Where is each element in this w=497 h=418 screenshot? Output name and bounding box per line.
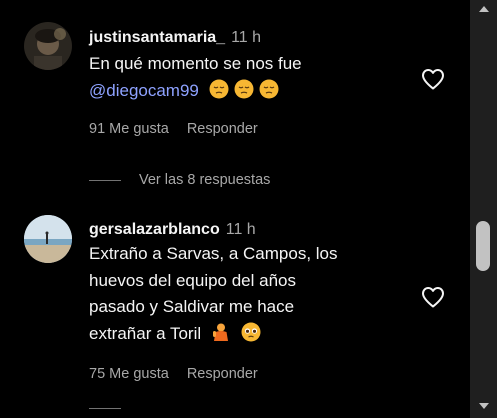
scroll-down-arrow-icon[interactable] xyxy=(479,403,489,409)
person-gesturing-emoji-icon xyxy=(212,323,228,341)
comment-header: gersalazarblanco 11 h xyxy=(89,221,256,239)
comment-text: Extraño a Sarvas, a Campos, los huevos d… xyxy=(89,241,338,347)
likes-count[interactable]: 91 Me gusta xyxy=(89,121,169,137)
next-replies-partial xyxy=(89,408,139,409)
pensive-face-emoji-icon xyxy=(209,79,229,98)
comment-item: gersalazarblanco 11 h Extraño a Sarvas, a… xyxy=(0,200,470,400)
comment-text: En qué momento se nos fue @diegocam99 xyxy=(89,51,302,104)
comment-actions: 91 Me gusta Responder xyxy=(89,121,276,137)
comments-panel: justinsantamaria_ 11 h En qué momento se … xyxy=(0,0,497,418)
divider-line xyxy=(89,408,121,409)
comment-header: justinsantamaria_ 11 h xyxy=(89,29,261,47)
avatar[interactable] xyxy=(24,215,72,263)
pleading-face-emoji-icon xyxy=(241,322,261,341)
reply-button[interactable]: Responder xyxy=(187,366,258,382)
mention-link[interactable]: @diegocam99 xyxy=(89,81,199,100)
comment-line: En qué momento se nos fue xyxy=(89,54,302,73)
comment-line: huevos del equipo del años xyxy=(89,270,296,290)
scroll-up-arrow-icon[interactable] xyxy=(479,6,489,12)
pensive-face-emoji-icon xyxy=(259,79,279,98)
comment-line-text: extrañar a Toril xyxy=(89,323,202,343)
comment-item: justinsantamaria_ 11 h En qué momento se … xyxy=(0,0,470,160)
scrollbar[interactable] xyxy=(470,0,497,418)
divider-line xyxy=(89,179,121,181)
comment-line: @diegocam99 xyxy=(89,78,302,105)
comment-line: pasado y Saldivar me hace xyxy=(89,297,295,316)
scrollbar-thumb[interactable] xyxy=(476,221,490,271)
pensive-face-emoji-icon xyxy=(234,79,254,98)
heart-icon[interactable] xyxy=(421,68,445,90)
timestamp[interactable]: 11 h xyxy=(226,221,256,238)
likes-count[interactable]: 75 Me gusta xyxy=(89,366,169,382)
comment-line: Extraño a Sarvas, a Campos, los xyxy=(89,244,338,263)
comment-line: extrañar a Toril xyxy=(89,321,338,348)
comment-actions: 75 Me gusta Responder xyxy=(89,366,276,382)
reply-button[interactable]: Responder xyxy=(187,121,258,137)
username[interactable]: gersalazarblanco xyxy=(89,221,220,238)
view-replies-label: Ver las 8 respuestas xyxy=(139,172,271,188)
timestamp[interactable]: 11 h xyxy=(231,29,261,46)
view-replies-button[interactable]: Ver las 8 respuestas xyxy=(89,170,270,190)
username[interactable]: justinsantamaria_ xyxy=(89,29,225,46)
heart-icon[interactable] xyxy=(421,286,445,308)
avatar[interactable] xyxy=(24,22,72,70)
